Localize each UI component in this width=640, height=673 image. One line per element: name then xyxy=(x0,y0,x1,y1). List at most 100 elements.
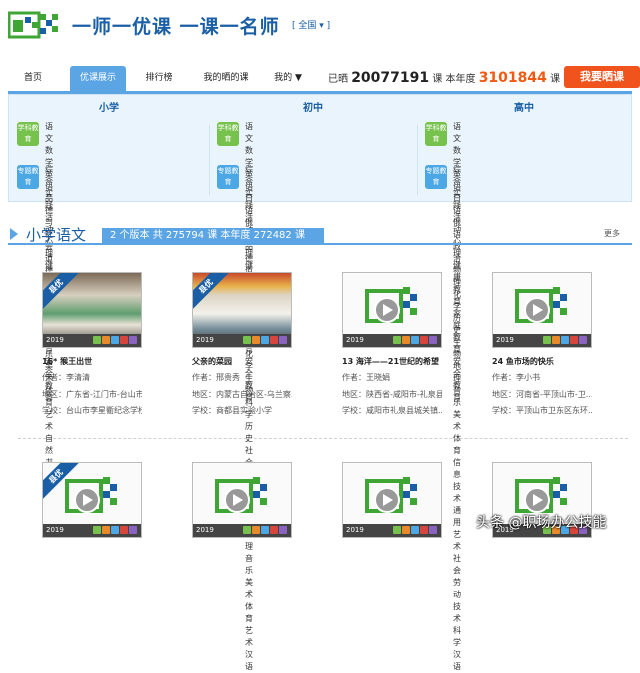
course-year: 2019 xyxy=(196,336,214,344)
course-title[interactable]: 13 海洋——21世纪的希望 xyxy=(342,356,442,367)
region-label: 地区： xyxy=(42,390,66,399)
course-title[interactable]: 24 鱼市场的快乐 xyxy=(492,356,592,367)
course-year: 2019 xyxy=(346,336,364,344)
category-badge: 专题教育 xyxy=(17,165,39,189)
watermark: 头条 @职场办公技能 xyxy=(476,512,606,532)
section-summary: 2 个版本 共 275794 课 本年度 272482 课 xyxy=(102,228,324,244)
category-level-title[interactable]: 高中 xyxy=(417,99,631,114)
resource-tag-icon xyxy=(93,336,101,344)
resource-tag-icon xyxy=(411,526,419,534)
section-underline xyxy=(8,243,632,245)
resource-tag-icon xyxy=(411,336,419,344)
category-badge: 专题教育 xyxy=(425,165,447,189)
thumbnail-info-bar: 2019 xyxy=(43,524,141,537)
course-school: 学校：商都县实验小学 xyxy=(192,405,292,416)
total-course-count: 20077191 xyxy=(351,70,429,86)
school-value: 台山市李星衢纪念学校 xyxy=(66,406,142,415)
region-value: 陕西省-咸阳市-礼泉县 xyxy=(366,390,442,399)
course-title[interactable]: 16* 猴王出世 xyxy=(42,356,142,367)
course-thumbnail[interactable]: 县优 2019 xyxy=(192,272,292,348)
author-label: 作者： xyxy=(192,373,216,382)
category-badge: 学科教育 xyxy=(17,122,39,146)
region-value: 内蒙古自治区-乌兰察... xyxy=(216,390,292,399)
section-title: 小学语文 xyxy=(26,224,86,245)
thumbnail-info-bar: 2019 xyxy=(43,334,141,347)
category-level-title[interactable]: 小学 xyxy=(9,99,209,114)
publish-course-button[interactable]: 我要晒课 xyxy=(564,66,640,88)
course-thumbnail[interactable]: 2019 xyxy=(192,462,292,538)
course-author: 作者：李小书 xyxy=(492,372,592,383)
site-logo-icon[interactable] xyxy=(8,10,64,40)
resource-tag-icon xyxy=(552,336,560,344)
resource-tags xyxy=(242,336,287,348)
resource-tag-icon xyxy=(129,526,137,534)
more-link[interactable]: 更多 xyxy=(604,228,620,239)
category-level-title[interactable]: 初中 xyxy=(209,99,417,114)
school-value: 咸阳市礼泉县城关镇... xyxy=(366,406,442,415)
category-badge: 学科教育 xyxy=(217,122,239,146)
resource-tag-icon xyxy=(129,336,137,344)
resource-tag-icon xyxy=(270,336,278,344)
resource-tag-icon xyxy=(102,336,110,344)
course-thumbnail[interactable]: 2019 xyxy=(342,462,442,538)
thumbnail-info-bar: 2019 xyxy=(343,524,441,537)
school-label: 学校： xyxy=(42,406,66,415)
resource-tag-icon xyxy=(120,336,128,344)
nav-my-menu[interactable]: 我的 ▼ xyxy=(268,66,308,91)
subject-line[interactable]: 安全教育 xyxy=(453,356,461,404)
school-label: 学校： xyxy=(342,406,366,415)
video-placeholder-icon xyxy=(513,283,573,331)
category-column: 高中学科教育语文 数学 英语 日语 俄语 政治 物理 化学 历史生物 地理 音乐… xyxy=(417,95,631,201)
course-stats: 已晒 20077191 课 本年度 3101844 课 xyxy=(328,66,560,91)
column-divider xyxy=(417,125,418,195)
course-year: 2019 xyxy=(46,336,64,344)
resource-tag-icon xyxy=(561,336,569,344)
resource-tags xyxy=(392,526,437,538)
resource-tag-icon xyxy=(429,526,437,534)
course-year: 2019 xyxy=(196,526,214,534)
category-column: 小学学科教育语文 数学 英语 品德与社会 道德与法治科学 音乐 美术 体育 艺术… xyxy=(9,95,209,201)
subject-line[interactable]: 综合实践活动 心理健康教育 家庭教育 xyxy=(453,164,461,356)
nav-home[interactable]: 首页 xyxy=(8,66,58,91)
course-thumbnail[interactable]: 县优2019 xyxy=(42,272,142,348)
subject-line[interactable]: 社会 劳动技术 科学 汉语 xyxy=(453,553,461,673)
nav-my-courses[interactable]: 我的晒的课 xyxy=(196,66,256,91)
nav-ranking[interactable]: 排行榜 xyxy=(134,66,184,91)
thumbnail-info-bar: 2019 xyxy=(193,334,291,347)
category-column: 初中学科教育语文 数学 英语 日语 俄语 品德 道德与法治物理 化学 生物 科学… xyxy=(209,95,417,201)
thumbnail-info-bar: 2019 xyxy=(193,524,291,537)
resource-tag-icon xyxy=(270,526,278,534)
region-label: 地区： xyxy=(192,390,216,399)
resource-tag-icon xyxy=(261,336,269,344)
column-divider xyxy=(209,125,210,195)
course-region: 地区：陕西省-咸阳市-礼泉县 xyxy=(342,389,442,400)
row-divider xyxy=(18,438,628,439)
course-title[interactable]: 父亲的菜园 xyxy=(192,356,292,367)
subject-line[interactable]: 地理 音乐 美术 体育 艺术 汉语 xyxy=(245,529,253,673)
video-placeholder-icon xyxy=(213,473,273,521)
nav-course-showcase[interactable]: 优课展示 xyxy=(70,66,126,91)
author-value: 李清清 xyxy=(66,373,90,382)
course-thumbnail[interactable]: 县优2019 xyxy=(42,462,142,538)
resource-tag-icon xyxy=(111,336,119,344)
year-course-count: 3101844 xyxy=(479,70,547,86)
resource-tag-icon xyxy=(102,526,110,534)
author-label: 作者： xyxy=(342,373,366,382)
award-ribbon: 县优 xyxy=(192,272,232,312)
stats-prefix: 已晒 xyxy=(328,74,348,85)
stats-unit: 课 xyxy=(432,74,442,85)
resource-tag-icon xyxy=(402,336,410,344)
resource-tags xyxy=(542,336,587,348)
video-placeholder-icon xyxy=(363,283,423,331)
course-author: 作者：邢贵秀 xyxy=(192,372,292,383)
resource-tag-icon xyxy=(579,336,587,344)
course-thumbnail[interactable]: 2019 xyxy=(342,272,442,348)
region-selector[interactable]: [ 全国 ▾ ] xyxy=(292,18,330,31)
course-thumbnail[interactable]: 2019 xyxy=(492,272,592,348)
resource-tag-icon xyxy=(279,336,287,344)
resource-tag-icon xyxy=(252,526,260,534)
resource-tag-icon xyxy=(393,336,401,344)
author-value: 邢贵秀 xyxy=(216,373,240,382)
resource-tag-icon xyxy=(402,526,410,534)
resource-tag-icon xyxy=(243,526,251,534)
